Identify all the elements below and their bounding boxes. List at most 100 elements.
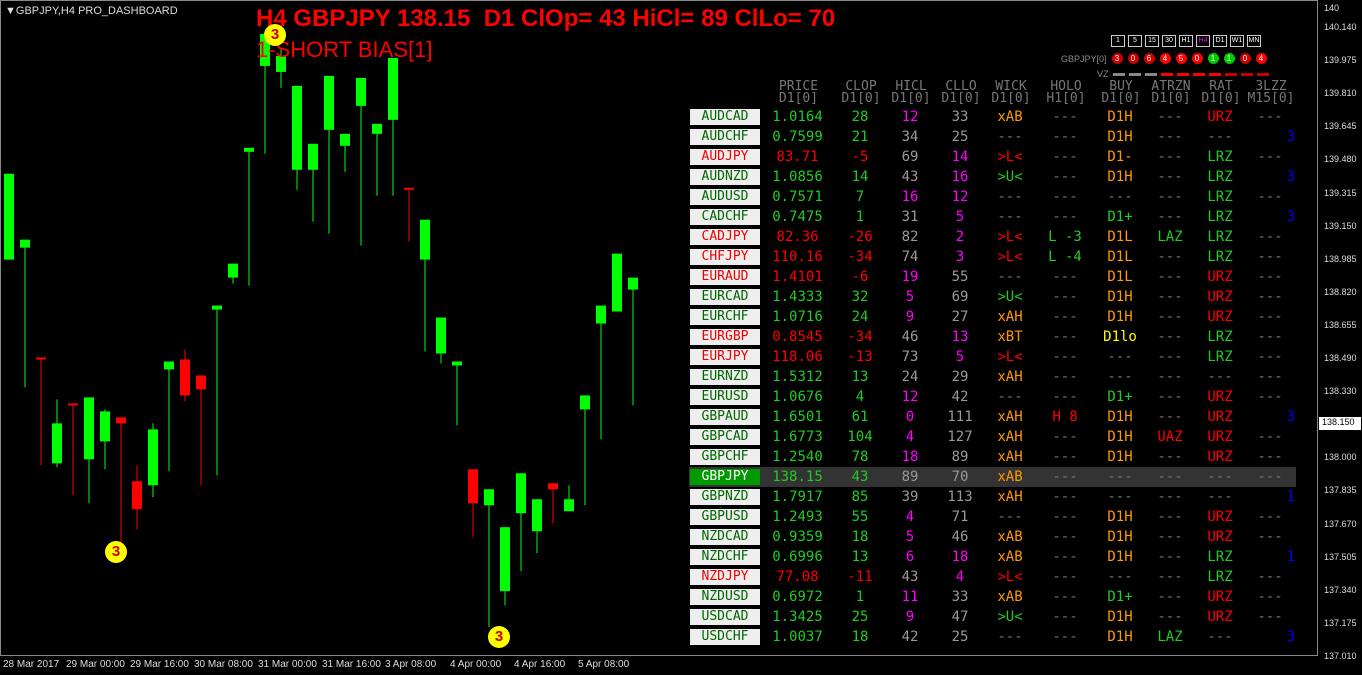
candle-body bbox=[84, 397, 94, 460]
candle-body bbox=[612, 253, 622, 312]
table-row[interactable]: EURUSD 1.0676 4 12 42 --- --- D1+ --- URZ --- bbox=[689, 387, 1296, 407]
symbol-button[interactable]: EURGBP bbox=[690, 329, 760, 345]
symbol-button[interactable]: EURUSD bbox=[690, 389, 760, 405]
x-tick-label: 4 Apr 16:00 bbox=[514, 659, 566, 670]
table-row[interactable]: AUDNZD 1.0856 14 43 16 >U< --- D1H --- LRZ 3 bbox=[689, 167, 1296, 187]
table-row[interactable]: GBPCHF 1.2540 78 18 89 xAH --- D1H --- URZ --- bbox=[689, 447, 1296, 467]
symbol-button[interactable]: CADJPY bbox=[690, 229, 760, 245]
table-row[interactable]: AUDCHF 0.7599 21 34 25 --- --- D1H --- --- 3 bbox=[689, 127, 1296, 147]
table-row[interactable]: GBPUSD 1.2493 55 4 71 --- --- D1H --- URZ --- bbox=[689, 507, 1296, 527]
symbol-button[interactable]: NZDJPY bbox=[690, 569, 760, 585]
symbol-button[interactable]: EURCAD bbox=[690, 289, 760, 305]
table-row[interactable]: EURJPY 118.06 -13 73 5 >L< --- --- --- LRZ --- bbox=[689, 347, 1296, 367]
symbol-button[interactable]: GBPAUD bbox=[690, 409, 760, 425]
table-cell: 46 bbox=[901, 329, 919, 345]
table-row[interactable]: USDCHF 1.0037 18 42 25 --- --- D1H LAZ --- 3 bbox=[689, 627, 1296, 647]
table-cell: >U< bbox=[997, 609, 1023, 625]
symbol-button[interactable]: EURNZD bbox=[690, 369, 760, 385]
timeframe-button-d1[interactable]: D1 bbox=[1213, 35, 1227, 47]
table-cell: --- bbox=[1052, 389, 1078, 405]
table-cell: --- bbox=[1257, 389, 1283, 405]
timeframe-button-h1[interactable]: H1 bbox=[1179, 35, 1193, 47]
table-cell: 25 bbox=[951, 129, 969, 145]
symbol-button[interactable]: USDCHF bbox=[690, 629, 760, 645]
table-row[interactable]: AUDJPY 83.71 -5 69 14 >L< --- D1- --- LRZ --- bbox=[689, 147, 1296, 167]
symbol-button[interactable]: GBPNZD bbox=[690, 489, 760, 505]
table-row[interactable]: EURAUD 1.4101 -6 19 55 --- --- D1L --- URZ --- bbox=[689, 267, 1296, 287]
table-row[interactable]: EURNZD 1.5312 13 24 29 xAH --- --- --- --- --- bbox=[689, 367, 1296, 387]
table-cell: --- bbox=[1052, 309, 1078, 325]
table-cell: 42 bbox=[901, 629, 919, 645]
table-header: PRICE D1[0] CLOP D1[0] HICL D1[0] CLLO D1[0] WIC… bbox=[689, 79, 1296, 107]
table-row[interactable]: CADJPY 82.36 -26 82 2 >L< L -3 D1L LAZ LRZ --- bbox=[689, 227, 1296, 247]
candle-body bbox=[500, 527, 510, 592]
symbol-button[interactable]: USDCAD bbox=[690, 609, 760, 625]
table-row[interactable]: EURCHF 1.0716 24 9 27 xAH --- D1H --- URZ --- bbox=[689, 307, 1296, 327]
table-cell: URZ bbox=[1207, 529, 1233, 545]
timeframe-button-h4[interactable]: H4 bbox=[1196, 35, 1210, 47]
table-cell: --- bbox=[1207, 129, 1233, 145]
symbol-button[interactable]: AUDNZD bbox=[690, 169, 760, 185]
symbol-button[interactable]: NZDUSD bbox=[690, 589, 760, 605]
table-row[interactable]: AUDUSD 0.7571 7 16 12 --- --- --- --- LRZ --- bbox=[689, 187, 1296, 207]
symbol-button[interactable]: EURAUD bbox=[690, 269, 760, 285]
table-row[interactable]: USDCAD 1.3425 25 9 47 >U< --- D1H --- URZ --- bbox=[689, 607, 1296, 627]
table-row[interactable]: NZDJPY 77.08 -11 43 4 >L< --- --- --- LRZ --- bbox=[689, 567, 1296, 587]
timeframe-button-5[interactable]: 5 bbox=[1128, 35, 1142, 47]
timeframe-button-mn[interactable]: MN bbox=[1247, 35, 1261, 47]
symbol-button[interactable]: AUDJPY bbox=[690, 149, 760, 165]
table-row[interactable]: AUDCAD 1.0164 28 12 33 xAB --- D1H --- URZ --- bbox=[689, 107, 1296, 127]
symbol-button[interactable]: EURJPY bbox=[690, 349, 760, 365]
table-row[interactable]: NZDCAD 0.9359 18 5 46 xAB --- D1H --- URZ --- bbox=[689, 527, 1296, 547]
table-row[interactable]: CHFJPY 110.16 -34 74 3 >L< L -4 D1L --- LRZ --- bbox=[689, 247, 1296, 267]
table-row[interactable]: EURCAD 1.4333 32 5 69 >U< --- D1H --- URZ --- bbox=[689, 287, 1296, 307]
column-header: HOLO H1[0] bbox=[1046, 79, 1086, 106]
symbol-button[interactable]: GBPJPY bbox=[690, 469, 760, 485]
symbol-button[interactable]: CHFJPY bbox=[690, 249, 760, 265]
timeframe-button-15[interactable]: 15 bbox=[1145, 35, 1159, 47]
column-header: ATRZN D1[0] bbox=[1151, 79, 1191, 106]
symbol-button[interactable]: GBPCHF bbox=[690, 449, 760, 465]
strength-dot: 0 bbox=[1239, 53, 1251, 64]
table-cell: --- bbox=[1157, 529, 1183, 545]
table-cell: 18 bbox=[951, 549, 969, 565]
table-cell: 5 bbox=[905, 529, 915, 545]
table-cell: xBT bbox=[997, 329, 1023, 345]
symbol-button[interactable]: AUDCHF bbox=[690, 129, 760, 145]
vz-bar bbox=[1256, 72, 1269, 76]
table-cell: -26 bbox=[847, 229, 873, 245]
table-row[interactable]: CADCHF 0.7475 1 31 5 --- --- D1+ --- LRZ 3 bbox=[689, 207, 1296, 227]
symbol-button[interactable]: NZDCAD bbox=[690, 529, 760, 545]
table-cell: --- bbox=[997, 629, 1023, 645]
symbol-button[interactable]: CADCHF bbox=[690, 209, 760, 225]
table-cell: 4 bbox=[905, 429, 915, 445]
table-cell: --- bbox=[1157, 609, 1183, 625]
table-cell: 18 bbox=[901, 449, 919, 465]
price-chart[interactable]: ▼GBPJPY,H4 PRO_DASHBOARD H4 GBPJPY 138.1… bbox=[0, 0, 1318, 656]
table-cell: UAZ bbox=[1157, 429, 1183, 445]
table-row[interactable]: GBPCAD 1.6773 104 4 127 xAH --- D1H UAZ URZ --- bbox=[689, 427, 1296, 447]
symbol-button[interactable]: EURCHF bbox=[690, 309, 760, 325]
timeframe-button-1[interactable]: 1 bbox=[1111, 35, 1125, 47]
table-cell: 1 bbox=[855, 209, 865, 225]
symbol-button[interactable]: AUDUSD bbox=[690, 189, 760, 205]
candle-body bbox=[212, 305, 222, 310]
symbol-button[interactable]: GBPCAD bbox=[690, 429, 760, 445]
column-header: PRICE D1[0] bbox=[778, 79, 819, 106]
table-row[interactable]: NZDUSD 0.6972 1 11 33 xAB --- D1+ --- URZ --- bbox=[689, 587, 1296, 607]
table-row[interactable]: GBPNZD 1.7917 85 39 113 xAH --- --- --- --- 1 bbox=[689, 487, 1296, 507]
symbol-button[interactable]: GBPUSD bbox=[690, 509, 760, 525]
table-cell: 89 bbox=[951, 449, 969, 465]
symbol-button[interactable]: NZDCHF bbox=[690, 549, 760, 565]
table-row[interactable]: NZDCHF 0.6996 13 6 18 xAB --- D1H --- LRZ 1 bbox=[689, 547, 1296, 567]
table-row[interactable]: GBPAUD 1.6501 61 0 111 xAH H 8 D1H --- URZ 3 bbox=[689, 407, 1296, 427]
table-cell: --- bbox=[1052, 329, 1078, 345]
y-tick-label: 140.140 bbox=[1324, 22, 1357, 32]
table-cell: >L< bbox=[997, 569, 1023, 585]
symbol-button[interactable]: AUDCAD bbox=[690, 109, 760, 125]
timeframe-button-30[interactable]: 30 bbox=[1162, 35, 1176, 47]
table-row[interactable]: GBPJPY 138.15 43 89 70 xAB --- --- --- --- --- bbox=[689, 467, 1296, 487]
y-tick-label: 139.315 bbox=[1324, 187, 1357, 198]
timeframe-button-w1[interactable]: W1 bbox=[1230, 35, 1244, 47]
table-row[interactable]: EURGBP 0.8545 -34 46 13 xBT --- D1lo --- LRZ --- bbox=[689, 327, 1296, 347]
